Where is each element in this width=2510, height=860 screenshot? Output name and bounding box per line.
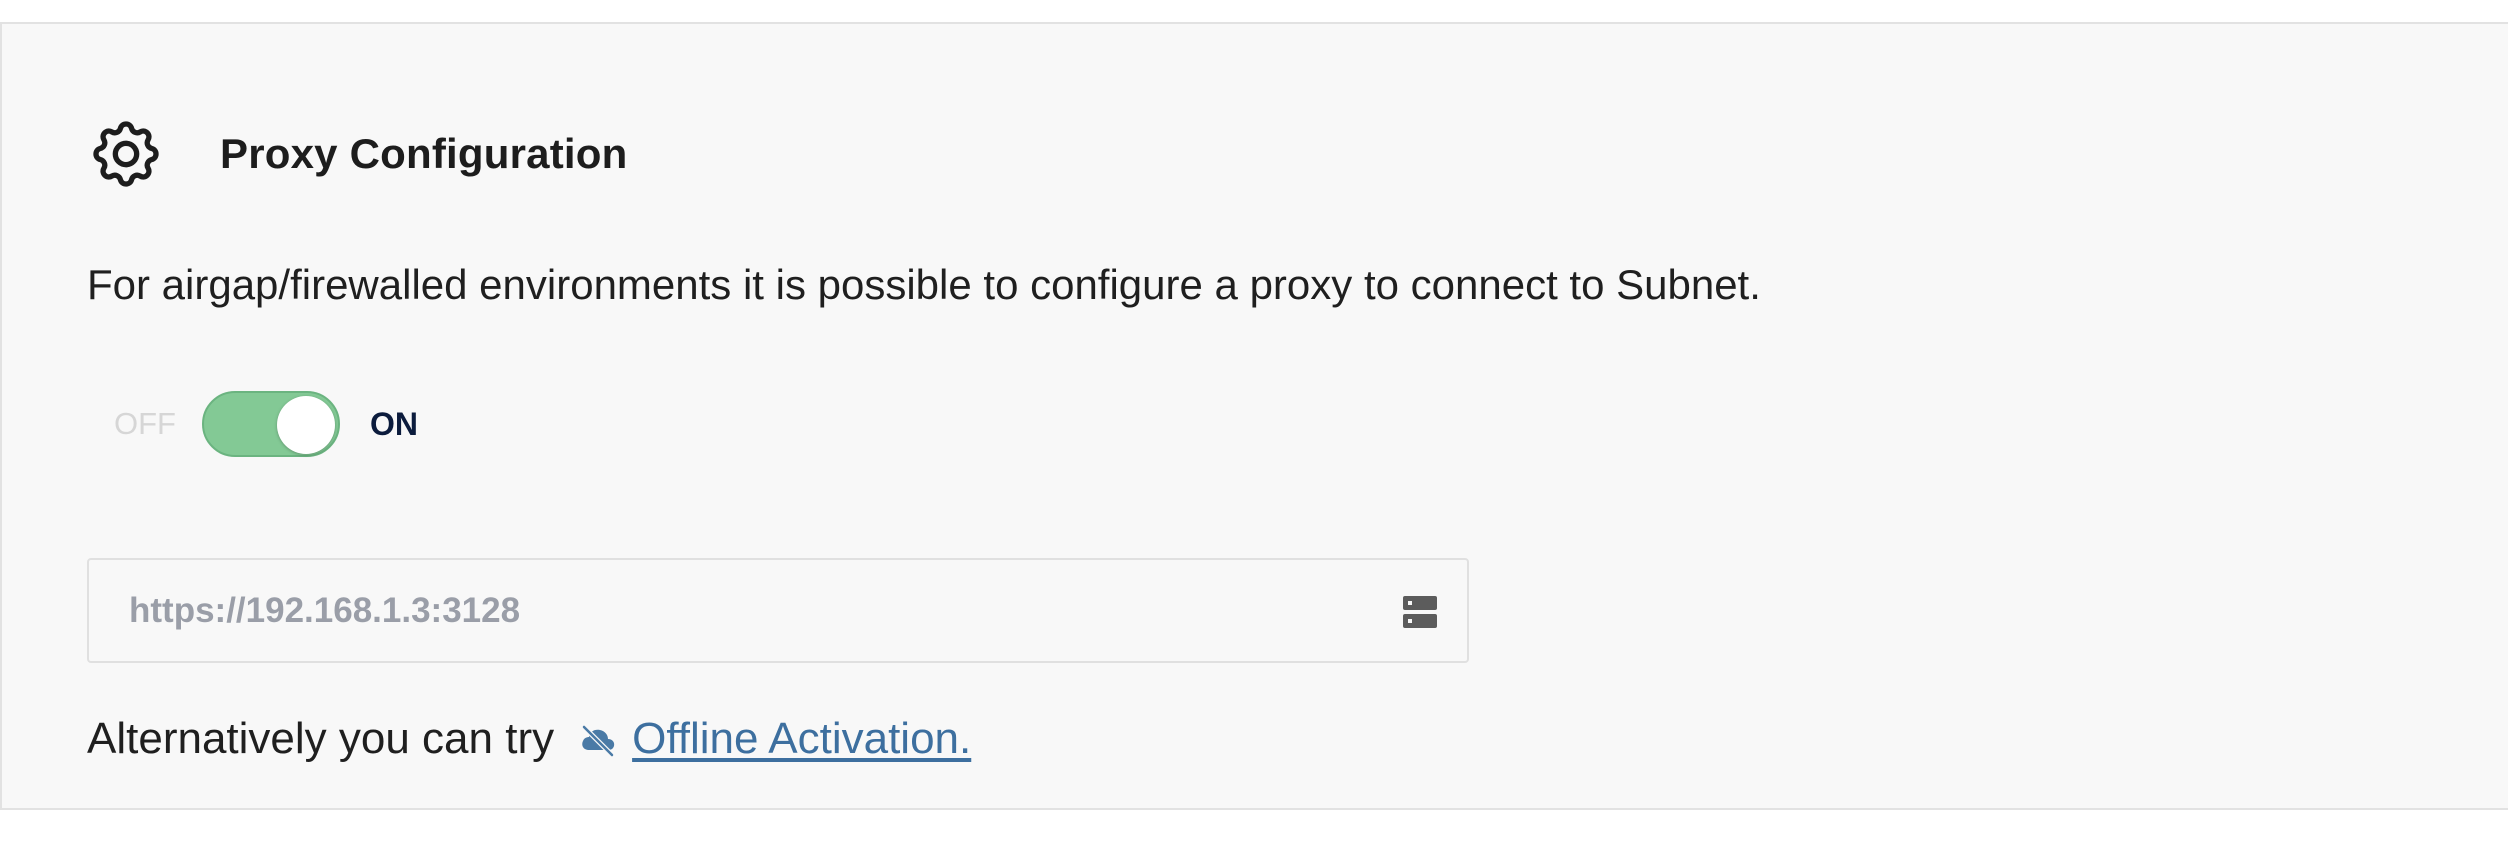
gear-icon <box>93 121 159 187</box>
proxy-description: For airgap/firewalled environments it is… <box>87 261 1761 308</box>
proxy-toggle-switch[interactable] <box>202 391 340 457</box>
toggle-off-label: OFF <box>114 406 176 441</box>
alternative-text: Alternatively you can try <box>87 714 555 763</box>
alternative-row: Alternatively you can try Offline Activa… <box>87 714 971 764</box>
offline-activation-link[interactable]: Offline Activation. <box>632 714 971 764</box>
proxy-url-field <box>87 558 1469 663</box>
proxy-url-input[interactable] <box>89 560 1467 661</box>
panel-header: Proxy Configuration <box>86 114 627 194</box>
toggle-knob <box>277 396 335 454</box>
toggle-on-label: ON <box>370 405 418 442</box>
proxy-toggle-row: OFF ON <box>114 390 418 458</box>
proxy-configuration-panel: Proxy Configuration For airgap/firewalle… <box>0 22 2508 810</box>
cloud-off-icon <box>581 724 615 758</box>
server-icon <box>1403 596 1437 628</box>
page-title: Proxy Configuration <box>220 130 628 177</box>
